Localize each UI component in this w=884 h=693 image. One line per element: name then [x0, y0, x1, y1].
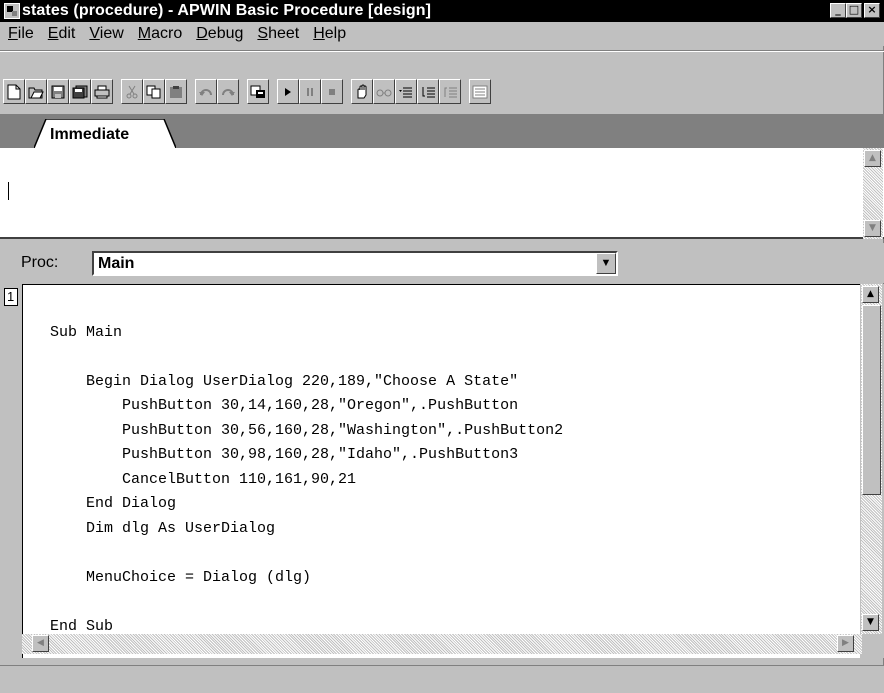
- menu-view[interactable]: View: [83, 25, 131, 43]
- print-icon[interactable]: [91, 79, 113, 104]
- step-out-icon[interactable]: [439, 79, 461, 104]
- code-scroll-down-icon[interactable]: ▼: [862, 614, 879, 631]
- tab-immediate-label: Immediate: [50, 126, 130, 143]
- code-line: CancelButton 110,161,90,21: [50, 470, 357, 488]
- dropdown-arrow-icon[interactable]: ▼: [596, 253, 616, 274]
- toggle-breakpoint-icon[interactable]: [351, 79, 373, 104]
- proc-select[interactable]: Main ▼: [92, 251, 618, 276]
- code-line: Begin Dialog UserDialog 220,189,"Choose …: [50, 372, 519, 390]
- code-line: Sub Main: [50, 323, 123, 341]
- title-bar[interactable]: states (procedure) - APWIN Basic Procedu…: [0, 0, 884, 22]
- close-button[interactable]: ×: [864, 3, 880, 18]
- dialog-editor-icon[interactable]: [247, 79, 269, 104]
- stop-icon[interactable]: [321, 79, 343, 104]
- immediate-pane[interactable]: [0, 148, 884, 239]
- line-number: 1: [4, 288, 18, 306]
- undo-icon[interactable]: [195, 79, 217, 104]
- immediate-scroll-up-icon[interactable]: ▲: [864, 150, 881, 167]
- code-gutter: [0, 284, 22, 658]
- immediate-vertical-scrollbar[interactable]: ▲ ▼: [863, 148, 883, 239]
- toolbar: [3, 79, 491, 104]
- save-icon[interactable]: [47, 79, 69, 104]
- quick-watch-icon[interactable]: [373, 79, 395, 104]
- code-scroll-right-icon[interactable]: ▶: [837, 635, 854, 652]
- code-line: MenuChoice = Dialog (dlg): [50, 568, 312, 586]
- new-icon[interactable]: [3, 79, 25, 104]
- proc-label: Proc:: [21, 254, 59, 271]
- menu-debug[interactable]: Debug: [190, 25, 251, 43]
- menu-macro[interactable]: Macro: [132, 25, 190, 43]
- window-title: states (procedure) - APWIN Basic Procedu…: [22, 2, 432, 19]
- open-icon[interactable]: [25, 79, 47, 104]
- app-icon[interactable]: [4, 3, 20, 19]
- step-into-icon[interactable]: [395, 79, 417, 104]
- toolbar-separator: [0, 50, 884, 52]
- code-line: End Dialog: [50, 495, 177, 512]
- window-controls: _ □ ×: [830, 3, 880, 18]
- redo-icon[interactable]: [217, 79, 239, 104]
- proc-row: Proc: Main ▼: [0, 243, 884, 283]
- code-vscroll-thumb[interactable]: [862, 305, 881, 495]
- menu-help[interactable]: Help: [307, 25, 354, 43]
- maximize-button[interactable]: □: [846, 3, 862, 18]
- code-scroll-up-icon[interactable]: ▲: [862, 286, 879, 303]
- code-line: PushButton 30,98,160,28,"Idaho",.PushBut…: [50, 446, 519, 463]
- code-line: PushButton 30,14,160,28,"Oregon",.PushBu…: [50, 397, 519, 414]
- menu-file[interactable]: File: [2, 25, 42, 43]
- text-caret: [8, 182, 9, 200]
- step-over-icon[interactable]: [417, 79, 439, 104]
- minimize-button[interactable]: _: [830, 3, 846, 18]
- copy-icon[interactable]: [143, 79, 165, 104]
- code-horizontal-scrollbar[interactable]: ◀ ▶: [22, 634, 862, 654]
- tab-strip: Immediate: [0, 114, 884, 148]
- menu-bar: File Edit View Macro Debug Sheet Help: [0, 22, 884, 46]
- paste-icon[interactable]: [165, 79, 187, 104]
- status-bar: [0, 665, 884, 693]
- run-icon[interactable]: [277, 79, 299, 104]
- menu-edit[interactable]: Edit: [42, 25, 84, 43]
- app-window: states (procedure) - APWIN Basic Procedu…: [0, 0, 884, 693]
- proc-value: Main: [98, 255, 135, 272]
- save-all-icon[interactable]: [69, 79, 91, 104]
- code-scroll-left-icon[interactable]: ◀: [32, 635, 49, 652]
- code-hscroll-track[interactable]: [22, 634, 862, 654]
- menu-sheet[interactable]: Sheet: [251, 25, 307, 43]
- calls-icon[interactable]: [469, 79, 491, 104]
- code-line: PushButton 30,56,160,28,"Washington",.Pu…: [50, 421, 564, 439]
- code-text[interactable]: Sub Main Begin Dialog UserDialog 220,189…: [50, 296, 563, 688]
- immediate-scroll-down-icon[interactable]: ▼: [864, 220, 881, 237]
- cut-icon[interactable]: [121, 79, 143, 104]
- code-line: Dim dlg As UserDialog: [50, 519, 276, 537]
- code-vertical-scrollbar[interactable]: ▲ ▼: [861, 284, 882, 634]
- pause-icon[interactable]: [299, 79, 321, 104]
